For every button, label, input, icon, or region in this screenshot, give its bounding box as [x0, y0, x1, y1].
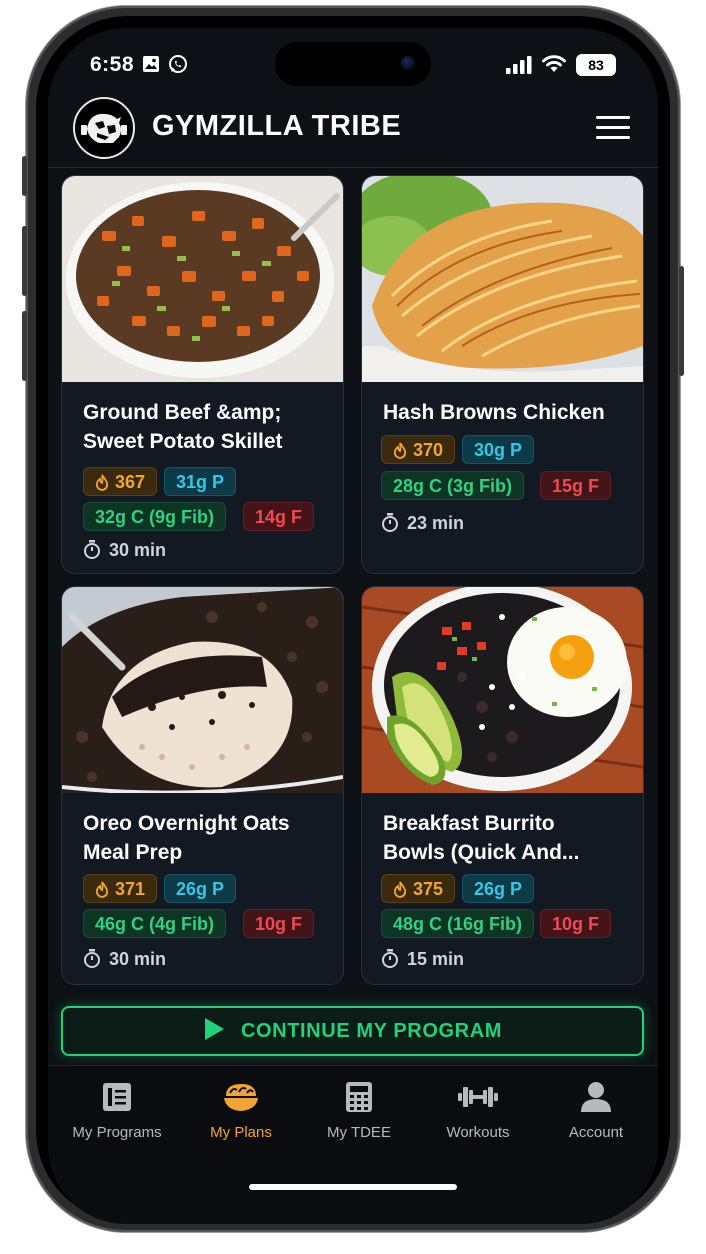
stopwatch-icon	[382, 949, 398, 968]
calculator-icon	[346, 1082, 372, 1112]
flame-icon	[393, 442, 407, 459]
recipe-image	[362, 587, 643, 793]
volume-up-button	[22, 226, 27, 296]
nav-my-programs[interactable]: My Programs	[62, 1078, 172, 1141]
cook-time: 15 min	[381, 949, 464, 970]
stopwatch-icon	[382, 513, 398, 532]
power-button	[679, 266, 684, 376]
fat-badge: 14g F	[243, 502, 315, 531]
camera-icon	[401, 56, 415, 70]
fat-badge: 10g F	[243, 909, 315, 938]
logo-gorilla-icon	[77, 101, 131, 155]
hamburger-line	[596, 116, 630, 119]
gymzilla-logo[interactable]	[73, 97, 135, 159]
calories-badge: 375	[381, 874, 456, 903]
protein-badge: 31g P	[164, 467, 237, 496]
flame-icon	[393, 881, 407, 898]
cook-time: 30 min	[83, 949, 166, 970]
whatsapp-icon	[169, 55, 187, 73]
recipe-title: Ground Beef &amp; Sweet Potato Skillet	[83, 401, 283, 453]
carbs-badge: 48g C (16g Fib)	[381, 909, 535, 938]
recipe-image	[62, 176, 343, 382]
photo-icon	[143, 56, 159, 72]
cook-time: 30 min	[83, 540, 166, 561]
recipe-card[interactable]: Oreo Overnight Oats Meal Prep 371 26g P …	[61, 586, 344, 985]
bottom-nav: My Programs My Plans My TDEE Workouts Ac…	[48, 1065, 658, 1224]
nav-label: My Programs	[72, 1124, 162, 1141]
wifi-icon	[542, 55, 566, 72]
recipe-title: Breakfast Burrito Bowls (Quick And...	[383, 812, 580, 864]
nav-my-plans[interactable]: My Plans	[186, 1078, 296, 1141]
recipe-card[interactable]: Ground Beef &amp; Sweet Potato Skillet 3…	[61, 175, 344, 574]
recipe-title: Hash Browns Chicken	[383, 401, 605, 424]
nav-account[interactable]: Account	[541, 1078, 651, 1141]
battery-indicator: 83	[576, 54, 616, 76]
person-icon	[581, 1082, 611, 1112]
nav-label: Workouts	[446, 1124, 510, 1141]
programs-icon	[103, 1083, 131, 1111]
hamburger-line	[596, 126, 630, 129]
recipe-image	[362, 176, 643, 382]
recipe-card[interactable]: Breakfast Burrito Bowls (Quick And... 37…	[361, 586, 644, 985]
carbs-badge: 46g C (4g Fib)	[83, 909, 227, 938]
protein-badge: 26g P	[164, 874, 237, 903]
continue-label: CONTINUE MY PROGRAM	[240, 1020, 503, 1042]
flame-icon	[95, 474, 109, 491]
continue-program-button[interactable]: CONTINUE MY PROGRAM	[61, 1006, 644, 1056]
cook-time: 23 min	[381, 513, 464, 534]
flame-icon	[95, 881, 109, 898]
stopwatch-icon	[84, 949, 100, 968]
status-time: 6:58	[90, 53, 135, 76]
calories-value: 375	[413, 879, 444, 899]
hamburger-line	[596, 136, 630, 139]
dynamic-island	[275, 42, 431, 86]
nav-label: Account	[568, 1124, 624, 1141]
recipe-image	[62, 587, 343, 793]
app-header: GYMZILLA TRIBE	[48, 92, 658, 168]
app-title: GYMZILLA TRIBE	[152, 110, 402, 142]
play-icon	[204, 1018, 224, 1040]
stopwatch-icon	[84, 540, 100, 559]
calories-value: 371	[115, 879, 146, 899]
nav-label: My Plans	[210, 1124, 272, 1141]
calories-badge: 371	[83, 874, 158, 903]
menu-button[interactable]	[596, 114, 632, 142]
bowl-icon	[224, 1084, 258, 1111]
nav-my-tdee[interactable]: My TDEE	[304, 1078, 414, 1141]
cook-time-value: 23 min	[407, 513, 465, 533]
nav-workouts[interactable]: Workouts	[423, 1078, 533, 1141]
dumbbell-icon	[458, 1087, 498, 1107]
protein-badge: 26g P	[462, 874, 535, 903]
fat-badge: 15g F	[540, 471, 612, 500]
recipe-title: Oreo Overnight Oats Meal Prep	[83, 812, 290, 864]
cellular-signal-icon	[506, 56, 532, 74]
calories-badge: 370	[381, 435, 456, 464]
calories-badge: 367	[83, 467, 158, 496]
calories-value: 370	[413, 440, 444, 460]
cook-time-value: 15 min	[407, 949, 465, 969]
cook-time-value: 30 min	[109, 949, 167, 969]
volume-down-button	[22, 311, 27, 381]
protein-badge: 30g P	[462, 435, 535, 464]
app-screen: 6:58 83 GYMZILLA TRIBE Ground Beef &amp;…	[48, 28, 658, 1224]
carbs-badge: 28g C (3g Fib)	[381, 471, 525, 500]
action-button	[22, 156, 27, 196]
calories-value: 367	[115, 472, 146, 492]
carbs-badge: 32g C (9g Fib)	[83, 502, 227, 531]
home-indicator[interactable]	[249, 1184, 457, 1190]
fat-badge: 10g F	[540, 909, 612, 938]
recipe-card[interactable]: Hash Browns Chicken 370 30g P 28g C (3g …	[361, 175, 644, 574]
cook-time-value: 30 min	[109, 540, 167, 560]
nav-label: My TDEE	[327, 1124, 391, 1141]
